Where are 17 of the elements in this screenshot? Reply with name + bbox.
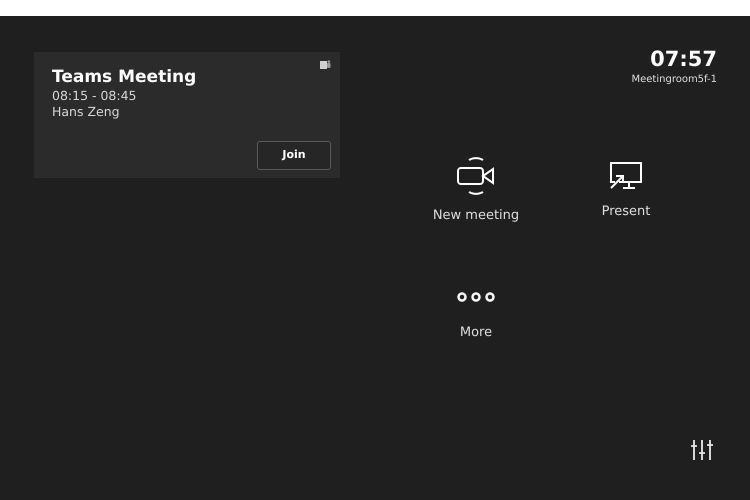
clock-time: 07:57 <box>649 47 717 72</box>
action-tile[interactable]: More <box>456 291 496 342</box>
action-tile[interactable]: New meeting <box>432 156 520 226</box>
meeting-title: Teams Meeting <box>52 66 198 88</box>
more-icon <box>456 291 496 303</box>
meeting-organizer: Hans Zeng <box>52 104 121 121</box>
room-name: Meetingroom5f-1 <box>632 73 717 88</box>
action-label: New meeting <box>432 207 520 225</box>
action-label: Present <box>602 203 650 221</box>
action-tile[interactable]: Present <box>602 160 650 222</box>
join-button[interactable]: Join <box>257 141 331 170</box>
teams-icon <box>320 60 331 70</box>
meeting-time: 08:15 - 08:45 <box>52 88 138 104</box>
camera-icon <box>456 156 496 196</box>
present-icon <box>607 160 645 192</box>
settings-icon[interactable] <box>691 440 713 460</box>
action-label: More <box>460 324 492 342</box>
